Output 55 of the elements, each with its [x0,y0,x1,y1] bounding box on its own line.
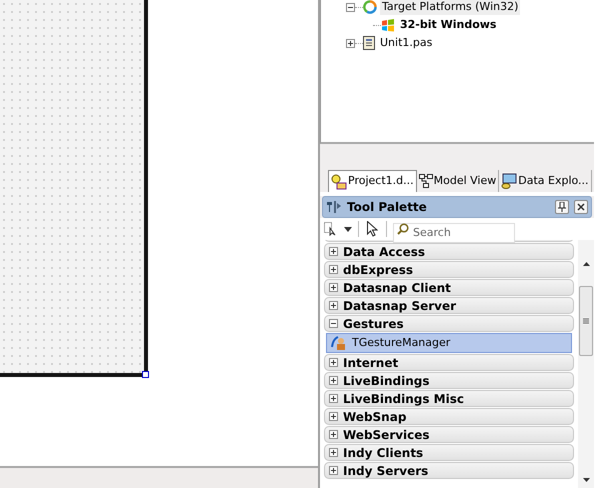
category-header[interactable]: Gestures [324,315,574,332]
search-field[interactable]: Search [393,222,515,242]
flag-icon [381,18,395,32]
category-header[interactable]: Internet [324,354,574,371]
category-header[interactable]: Data Access [324,243,574,260]
expand-icon [329,247,338,256]
expand-icon [329,283,338,292]
document-icon [363,36,375,50]
scroll-thumb[interactable] [579,286,593,356]
caret-icon[interactable] [344,226,352,232]
grip-icon [583,318,589,324]
category-header[interactable]: Indy Servers [324,462,574,479]
scrollbar[interactable] [578,240,594,488]
search-icon [397,223,409,235]
ring-icon [363,0,377,14]
gesture-icon [331,335,347,351]
expand-icon [329,376,338,385]
category-header[interactable]: Datasnap Server [324,297,574,314]
palette-item[interactable]: TGestureManager [326,333,572,353]
close-icon [577,203,585,211]
bulb-folder-icon [331,174,347,190]
collapse-icon [329,319,338,328]
category-header[interactable]: Datasnap Client [324,279,574,296]
pin-icon [558,202,566,212]
pin-button[interactable] [555,200,569,214]
close-button[interactable] [574,200,588,214]
palette-title: Tool Palette [347,199,428,216]
expand-icon [329,466,338,475]
category-header[interactable]: WebSnap [324,408,574,425]
form-canvas[interactable] [0,0,148,377]
pointer-icon[interactable] [367,221,378,237]
scroll-up-icon[interactable] [582,262,590,266]
panel-tab[interactable]: Project1.d... [328,170,417,192]
scroll-down-icon[interactable] [582,478,590,482]
database-monitor-icon [501,173,518,189]
tree-item[interactable]: Unit1.pas [378,35,434,51]
expand-icon[interactable] [346,38,354,48]
category-header[interactable]: LiveBindings Misc [324,390,574,407]
tree-item[interactable]: Target Platforms (Win32) [380,0,520,15]
category-header[interactable]: LiveBindings [324,372,574,389]
expand-icon [329,301,338,310]
resize-handle[interactable] [142,371,149,378]
expand-icon [329,430,338,439]
expand-icon [329,412,338,421]
component-list-icon[interactable] [324,222,336,236]
tree-item[interactable]: 32-bit Windows [398,17,498,33]
expand-icon [329,394,338,403]
diagram-icon [418,174,433,188]
expand-icon [329,265,338,274]
category-header[interactable]: Indy Clients [324,444,574,461]
category-header[interactable]: dbExpress [324,261,574,278]
collapse-icon[interactable] [346,2,354,12]
category-header[interactable]: WebServices [324,426,574,443]
expand-icon [329,448,338,457]
expand-icon [329,358,338,367]
